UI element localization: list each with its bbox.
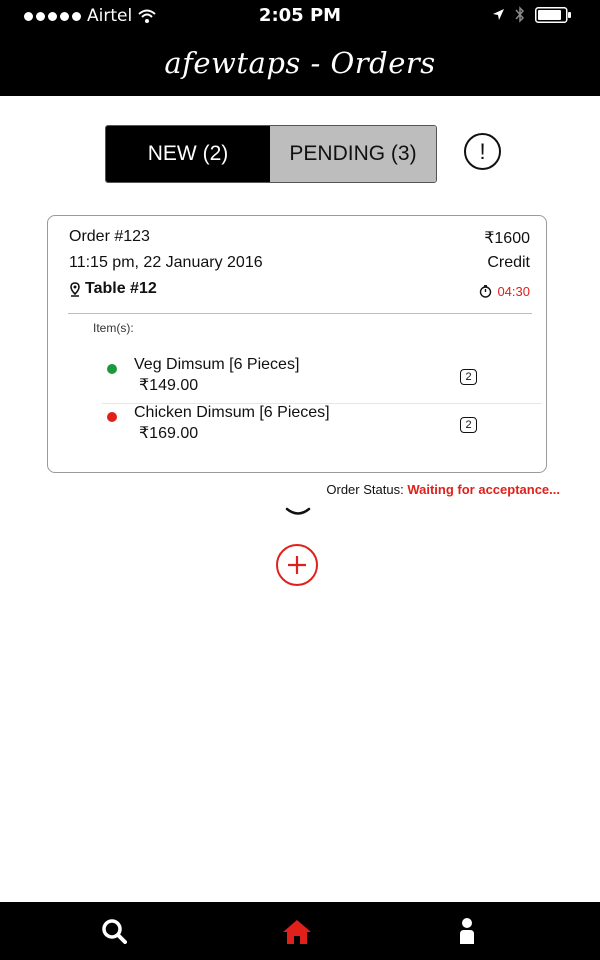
nav-profile[interactable] [457,917,477,949]
bottom-nav [0,902,600,960]
veg-indicator-icon [107,364,117,374]
status-right [492,6,572,23]
item-price: ₹169.00 [139,425,199,442]
order-card[interactable]: Order #123 ₹1600 11:15 pm, 22 January 20… [47,215,547,473]
item-quantity-badge: 2 [460,417,477,433]
items-label: Item(s): [93,321,134,335]
nonveg-indicator-icon [107,412,117,422]
order-number: Order #123 [69,228,150,245]
nav-search[interactable] [101,918,127,948]
table-number: Table #12 [85,280,157,297]
stopwatch-icon [480,285,492,298]
list-item[interactable]: Veg Dimsum [6 Pieces] ₹149.00 2 [102,356,542,408]
order-status-value: Waiting for acceptance... [407,482,560,497]
timer-value: 04:30 [497,284,530,299]
location-pin-icon [70,281,80,297]
bluetooth-icon [515,6,525,23]
exclamation-icon: ! [479,138,486,164]
info-button[interactable]: ! [464,133,501,170]
item-name: Veg Dimsum [6 Pieces] [134,356,300,373]
payment-method: Credit [487,254,530,271]
order-timer: 04:30 [479,284,530,299]
add-order-button[interactable] [276,544,318,586]
plus-icon [288,556,306,574]
status-bar: Airtel 2:05 PM [0,0,600,32]
order-datetime: 11:15 pm, 22 January 2016 [69,254,263,271]
search-icon [102,919,127,944]
location-arrow-icon [493,9,504,20]
card-divider [68,313,532,314]
order-tabs: NEW (2) PENDING (3) [105,125,437,183]
home-icon [283,920,311,944]
list-item[interactable]: Chicken Dimsum [6 Pieces] ₹169.00 2 [102,403,542,456]
battery-icon [535,6,571,23]
profile-icon [460,918,474,944]
order-status: Order Status: Waiting for acceptance... [326,482,560,497]
tab-pending[interactable]: PENDING (3) [270,126,436,182]
item-quantity-badge: 2 [460,369,477,385]
page-title: afewtaps - Orders [164,46,436,80]
order-amount: ₹1600 [484,230,530,247]
table-info: Table #12 [69,280,157,298]
chevron-down-icon[interactable] [285,506,311,518]
nav-home[interactable] [282,919,312,949]
item-price: ₹149.00 [139,377,199,394]
order-status-label: Order Status: [326,482,404,497]
item-name: Chicken Dimsum [6 Pieces] [134,404,330,421]
app-header: afewtaps - Orders [0,32,600,96]
tab-new[interactable]: NEW (2) [106,126,270,182]
